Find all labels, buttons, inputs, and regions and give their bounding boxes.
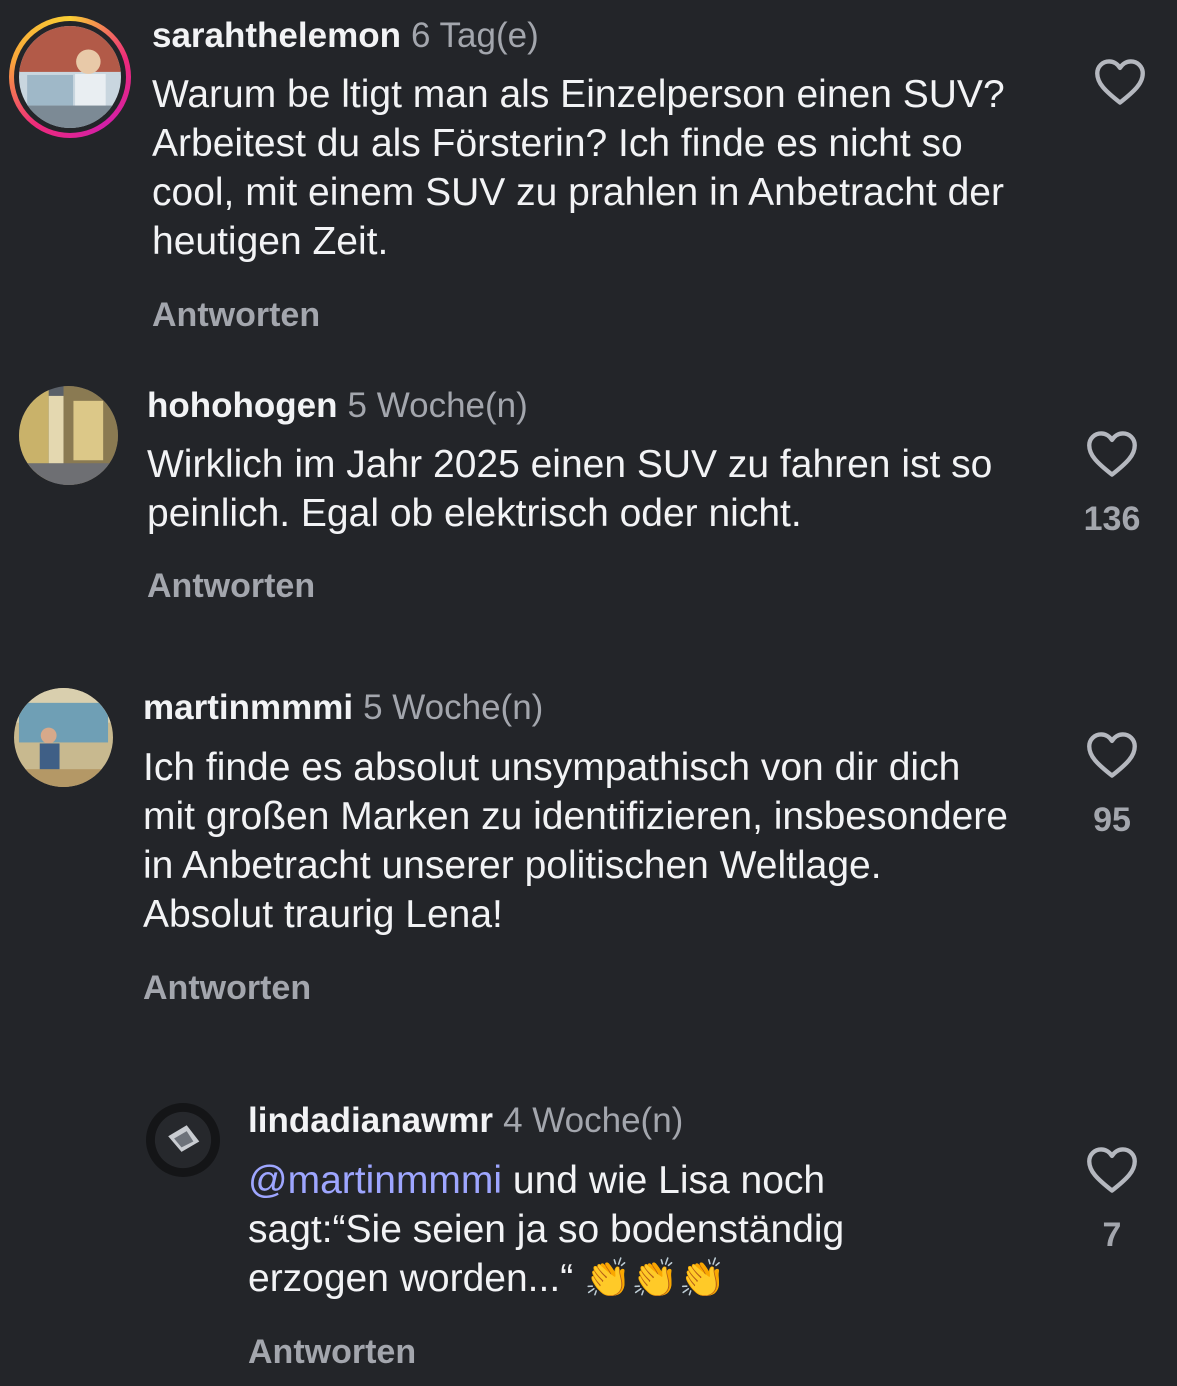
timestamp: 5 Woche(n) — [347, 386, 528, 425]
heart-outline-icon — [1087, 732, 1137, 778]
reply-button[interactable]: Antworten — [152, 296, 320, 335]
like-count: 7 — [1102, 1216, 1122, 1254]
reply-button[interactable]: Antworten — [143, 969, 311, 1008]
username[interactable]: martinmmmi — [143, 688, 353, 727]
heart-outline-icon — [1087, 431, 1137, 477]
heart-outline-icon — [1087, 1147, 1137, 1193]
like-button[interactable]: 136 — [1082, 430, 1142, 539]
avatar[interactable] — [19, 386, 118, 485]
reply-button[interactable]: Antworten — [147, 567, 315, 606]
comment-header: lindadianawmr 4 Woche(n) — [248, 1101, 683, 1141]
like-button[interactable] — [1090, 58, 1150, 128]
timestamp: 6 Tag(e) — [410, 16, 539, 55]
like-count: 136 — [1083, 500, 1141, 538]
timestamp: 5 Woche(n) — [363, 688, 544, 727]
avatar[interactable] — [146, 1103, 220, 1177]
comment-text: Wirklich im Jahr 2025 einen SUV zu fahre… — [147, 443, 993, 535]
like-button[interactable]: 7 — [1082, 1146, 1142, 1255]
timestamp: 4 Woche(n) — [503, 1101, 684, 1140]
comment-header: sarahthelemon 6 Tag(e) — [152, 16, 539, 56]
comment-text: Warum be ltigt man als Einzelperson eine… — [152, 73, 1005, 263]
like-button[interactable]: 95 — [1082, 731, 1142, 840]
heart-outline-icon — [1095, 59, 1145, 105]
username[interactable]: lindadianawmr — [248, 1101, 493, 1140]
username[interactable]: hohohogen — [147, 386, 338, 425]
reply-button[interactable]: Antworten — [248, 1333, 416, 1372]
mention-link[interactable]: @martinmmmi — [248, 1159, 502, 1202]
comment-text: Ich finde es absolut unsympathisch von d… — [143, 746, 1008, 936]
comment-header: hohohogen 5 Woche(n) — [147, 386, 528, 426]
comment-header: martinmmmi 5 Woche(n) — [143, 688, 543, 728]
avatar[interactable] — [14, 688, 113, 787]
story-ring[interactable] — [9, 16, 131, 138]
comment-text: @martinmmmi und wie Lisa noch sagt:“Sie … — [248, 1156, 968, 1303]
clapping-hands-emoji: 👏👏👏 — [584, 1256, 726, 1300]
avatar[interactable] — [19, 26, 121, 128]
like-count: 95 — [1093, 801, 1131, 839]
username[interactable]: sarahthelemon — [152, 16, 401, 55]
